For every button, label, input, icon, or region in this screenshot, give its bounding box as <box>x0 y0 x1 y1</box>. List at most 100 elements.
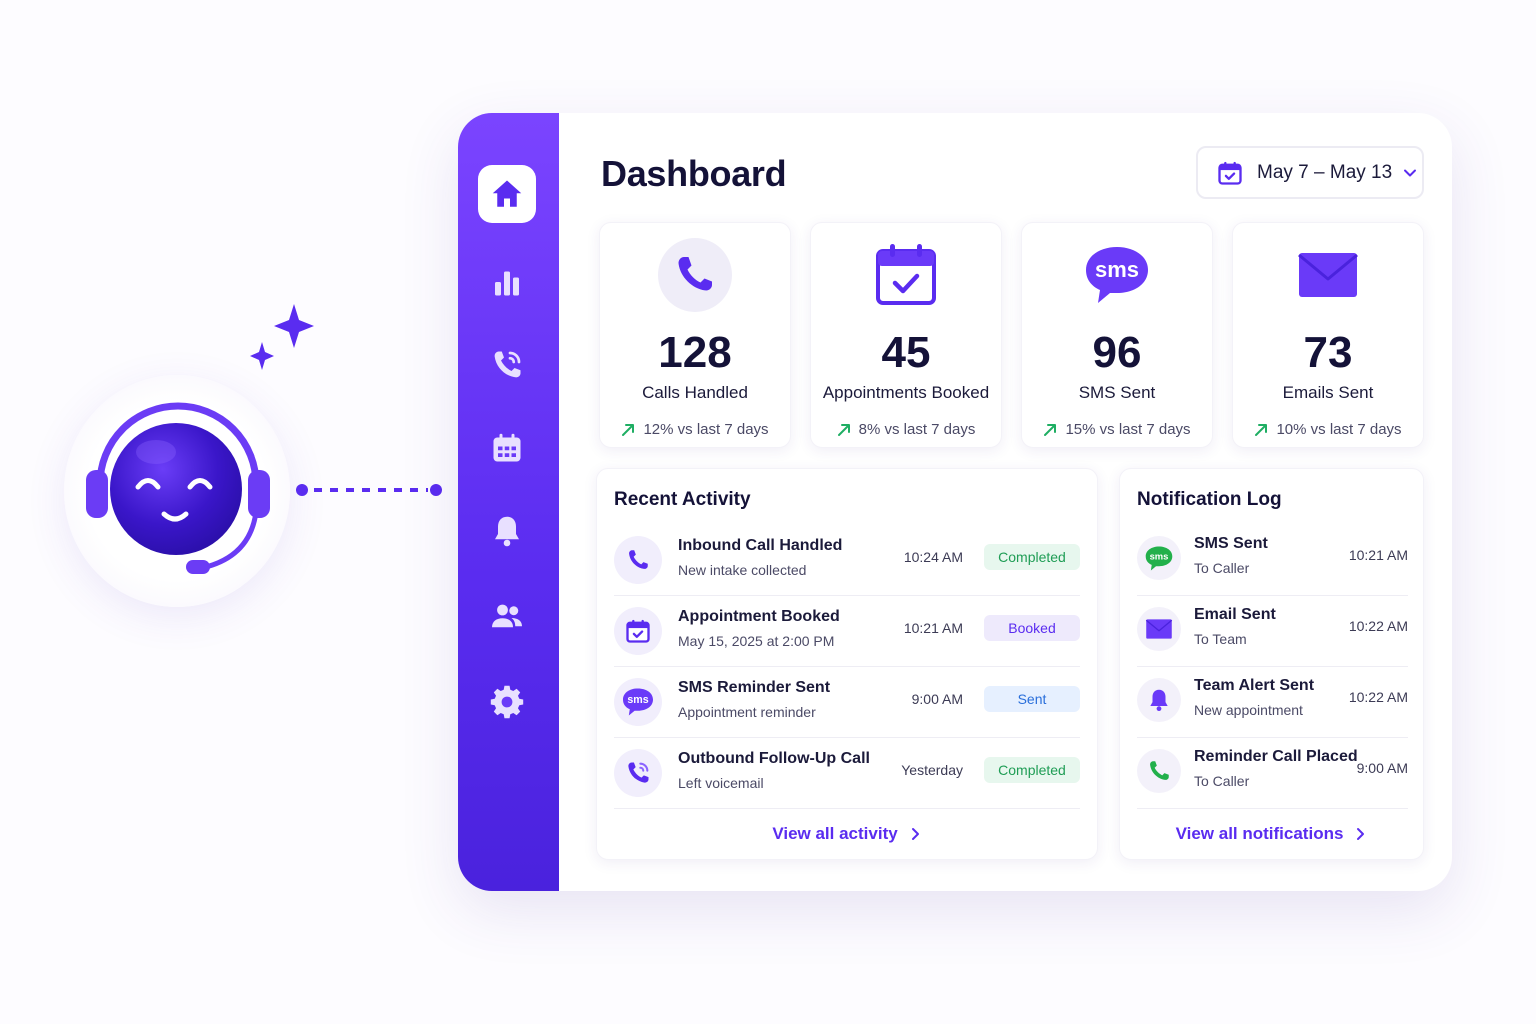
recent-activity-panel: Recent Activity Inbound Call Handled New… <box>596 468 1098 860</box>
activity-title: Appointment Booked <box>678 608 840 625</box>
activity-time: 10:21 AM <box>903 620 963 636</box>
activity-subtitle: Appointment reminder <box>678 704 816 720</box>
notification-icon <box>1137 607 1181 651</box>
activity-subtitle: May 15, 2025 at 2:00 PM <box>678 633 835 649</box>
sms-bubble-icon: sms <box>623 688 653 716</box>
notification-time: 10:22 AM <box>1348 689 1408 705</box>
users-icon <box>492 604 522 628</box>
stat-trend: 15% vs last 7 days <box>1022 421 1212 438</box>
bar-chart-icon <box>495 271 519 296</box>
phone-icon <box>658 238 732 312</box>
sidebar-item-calls[interactable] <box>478 336 536 394</box>
dashboard-window: Dashboard May 7 – May 13 128 Calls Handl… <box>458 113 1452 891</box>
stat-label: Appointments Booked <box>822 383 990 402</box>
activity-row[interactable]: Outbound Follow-Up Call Left voicemail Y… <box>614 738 1080 809</box>
stat-card-emails[interactable]: 73 Emails Sent 10% vs last 7 days <box>1232 222 1424 448</box>
notification-row[interactable]: Team Alert Sent New appointment 10:22 AM <box>1137 667 1408 738</box>
view-all-notifications-link[interactable]: View all notifications <box>1120 824 1423 844</box>
envelope-icon <box>1298 253 1358 297</box>
stat-value: 73 <box>1303 328 1353 377</box>
activity-subtitle: Left voicemail <box>678 775 764 791</box>
status-badge: Completed <box>984 757 1080 783</box>
stat-trend-text: 10% vs last 7 days <box>1276 421 1402 438</box>
stat-trend-text: 12% vs last 7 days <box>643 421 769 438</box>
panel-title: Recent Activity <box>614 489 751 510</box>
stat-icon <box>1290 237 1366 313</box>
activity-title: SMS Reminder Sent <box>678 679 831 696</box>
view-all-notifications-label: View all notifications <box>1175 824 1344 843</box>
notification-row[interactable]: Reminder Call Placed To Caller 9:00 AM <box>1137 738 1408 809</box>
view-all-activity-label: View all activity <box>772 824 898 843</box>
sidebar-item-calendar[interactable] <box>478 419 536 477</box>
activity-icon <box>614 749 662 797</box>
activity-row[interactable]: sms SMS Reminder Sent Appointment remind… <box>614 667 1080 738</box>
activity-icon <box>614 607 662 655</box>
trend-up-arrow-icon <box>622 423 635 436</box>
stat-card-appointments[interactable]: 45 Appointments Booked 8% vs last 7 days <box>810 222 1002 448</box>
notification-row[interactable]: sms SMS Sent To Caller 10:21 AM <box>1137 525 1408 596</box>
chevron-right-icon <box>911 828 919 840</box>
stat-label: Emails Sent <box>1282 383 1374 402</box>
stat-trend: 8% vs last 7 days <box>811 421 1001 438</box>
stat-icon <box>657 237 733 313</box>
sidebar <box>458 113 559 891</box>
notification-time: 9:00 AM <box>1356 760 1408 776</box>
trend-up-arrow-icon <box>1255 423 1268 436</box>
sms-icon-text: sms <box>1150 550 1169 561</box>
phone-icon <box>629 550 648 569</box>
sms-icon-text: sms <box>627 694 648 706</box>
view-all-activity-link[interactable]: View all activity <box>597 824 1097 844</box>
gear-icon <box>490 685 524 719</box>
stat-card-sms[interactable]: sms 96 SMS Sent 15% vs last 7 days <box>1021 222 1213 448</box>
notification-icon <box>1137 678 1181 722</box>
notification-subtitle: To Team <box>1194 631 1247 647</box>
sidebar-item-home[interactable] <box>478 165 536 223</box>
calendar-check-icon <box>876 244 936 305</box>
activity-icon: sms <box>614 678 662 726</box>
sidebar-item-notifications[interactable] <box>478 502 536 560</box>
date-range-picker[interactable]: May 7 – May 13 <box>1196 146 1424 199</box>
stat-value: 128 <box>658 328 732 377</box>
headset-smiley-icon <box>86 402 270 574</box>
trend-up-arrow-icon <box>837 423 850 436</box>
chevron-right-icon <box>1357 828 1365 840</box>
activity-subtitle: New intake collected <box>678 562 807 578</box>
phone-call-icon <box>494 351 521 378</box>
activity-time: 9:00 AM <box>911 691 963 707</box>
notification-subtitle: To Caller <box>1194 773 1250 789</box>
sms-bubble-icon: sms <box>1086 247 1148 303</box>
notification-log-panel: Notification Log sms SMS Sent To Caller … <box>1119 468 1424 860</box>
date-range-label: May 7 – May 13 <box>1257 161 1393 183</box>
status-badge: Sent <box>984 686 1080 712</box>
sidebar-item-settings[interactable] <box>478 673 536 731</box>
notification-subtitle: To Caller <box>1194 560 1250 576</box>
bell-icon <box>1150 689 1168 712</box>
notification-row[interactable]: Email Sent To Team 10:22 AM <box>1137 596 1408 667</box>
envelope-icon <box>1145 619 1173 639</box>
stat-icon <box>868 237 944 313</box>
notification-subtitle: New appointment <box>1194 702 1303 718</box>
page-title: Dashboard <box>601 153 787 194</box>
notification-icon <box>1137 749 1181 793</box>
stat-trend-text: 15% vs last 7 days <box>1065 421 1191 438</box>
activity-row[interactable]: Inbound Call Handled New intake collecte… <box>614 525 1080 596</box>
notification-title: Email Sent <box>1194 606 1276 623</box>
panel-title: Notification Log <box>1137 489 1282 510</box>
sms-bubble-icon: sms <box>1145 546 1173 570</box>
home-icon <box>492 180 522 207</box>
notification-icon: sms <box>1137 536 1181 580</box>
stat-trend: 12% vs last 7 days <box>600 421 790 438</box>
activity-title: Outbound Follow-Up Call <box>678 750 870 767</box>
activity-icon <box>614 536 662 584</box>
activity-row[interactable]: Appointment Booked May 15, 2025 at 2:00 … <box>614 596 1080 667</box>
activity-time: Yesterday <box>901 762 963 778</box>
stat-label: Calls Handled <box>642 383 748 402</box>
sidebar-item-analytics[interactable] <box>478 253 536 311</box>
notification-title: Team Alert Sent <box>1194 677 1315 694</box>
status-badge: Booked <box>984 615 1080 641</box>
stat-label: SMS Sent <box>1078 383 1156 402</box>
stat-trend: 10% vs last 7 days <box>1233 421 1423 438</box>
status-badge: Completed <box>984 544 1080 570</box>
sidebar-item-team[interactable] <box>478 587 536 645</box>
stat-card-calls[interactable]: 128 Calls Handled 12% vs last 7 days <box>599 222 791 448</box>
